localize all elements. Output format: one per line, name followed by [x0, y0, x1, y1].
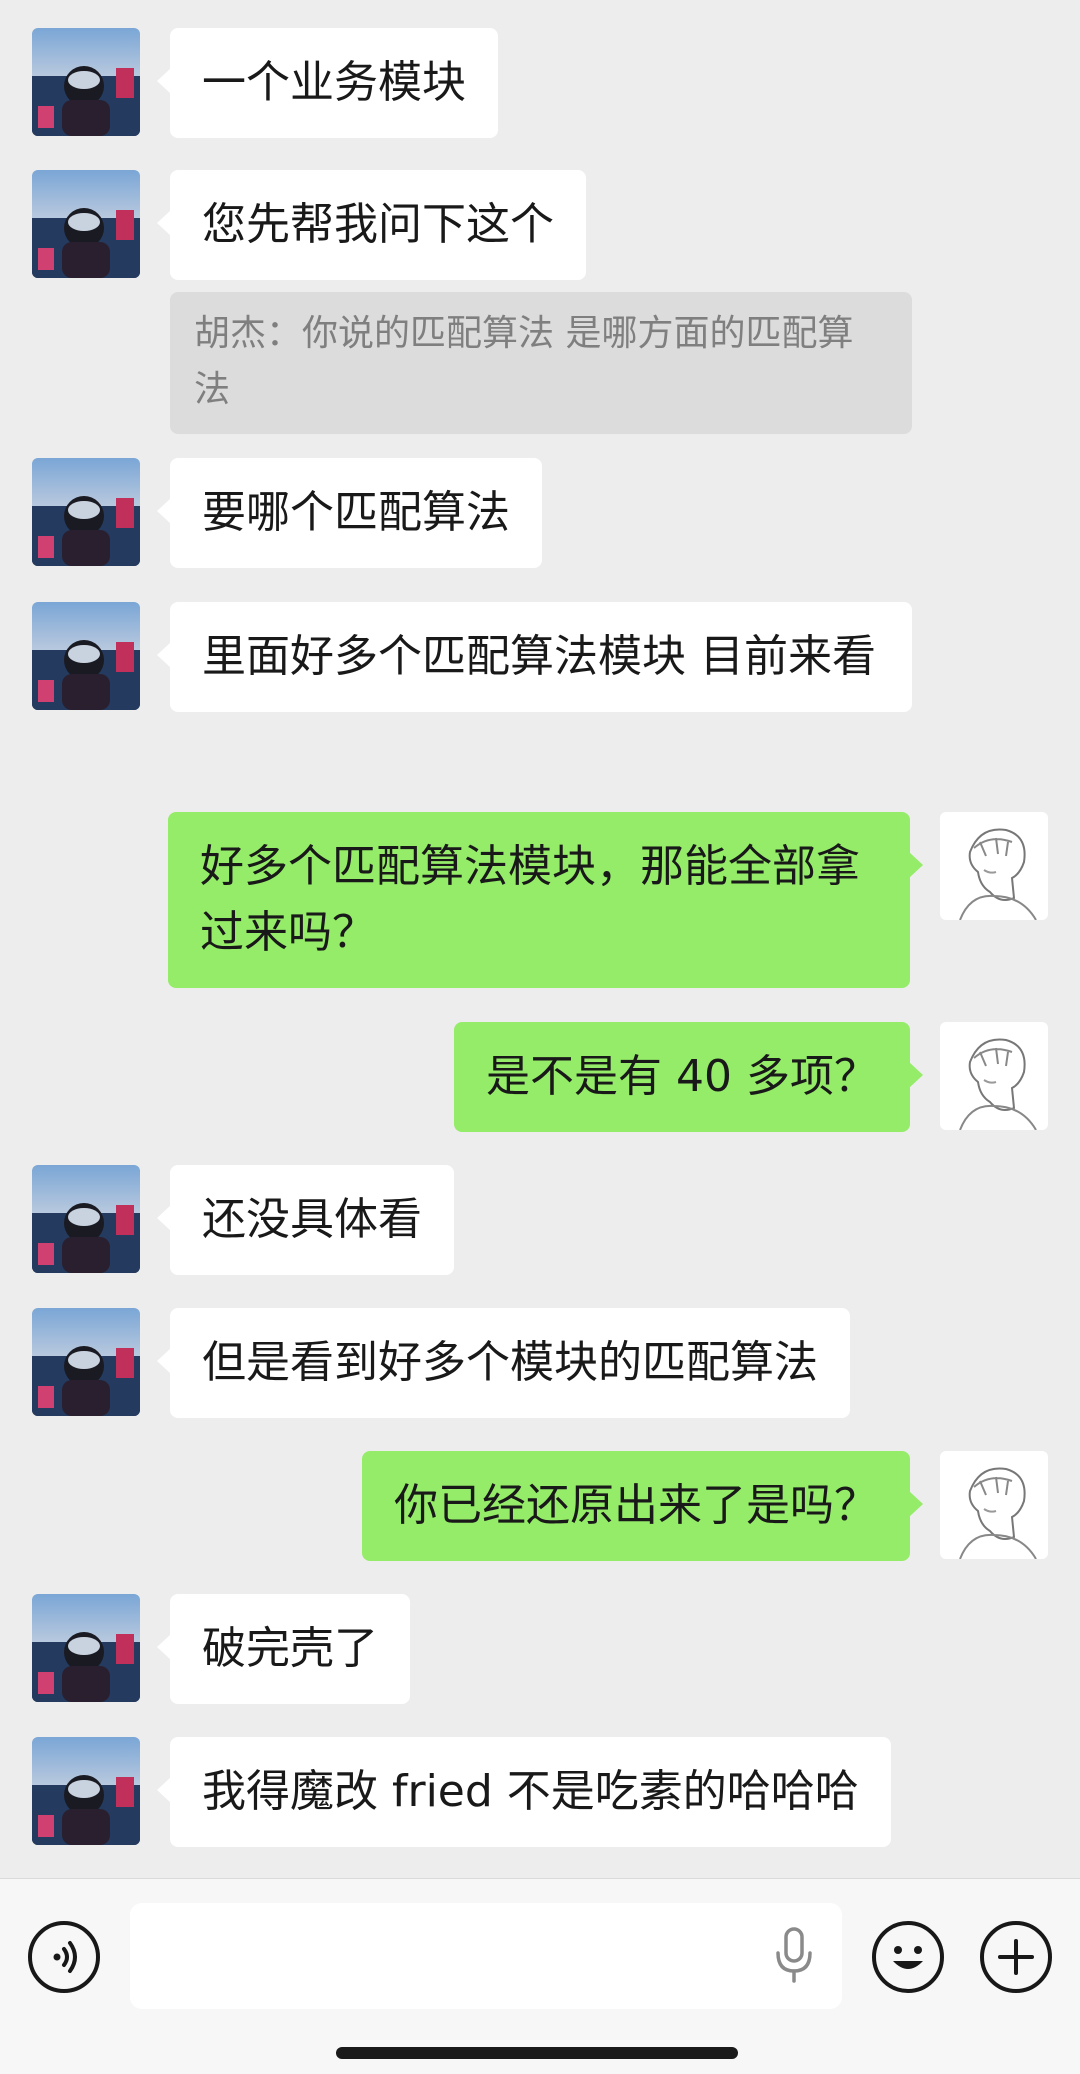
contact-avatar[interactable]	[32, 1737, 140, 1845]
emoji-icon[interactable]	[872, 1921, 944, 1993]
voice-mode-icon[interactable]	[28, 1921, 100, 1993]
message-bubble[interactable]: 破完壳了	[157, 1594, 410, 1704]
contact-avatar[interactable]	[32, 1594, 140, 1702]
quoted-reply[interactable]: 胡杰：你说的匹配算法 是哪方面的匹配算法	[170, 292, 912, 434]
chat-screen: 一个业务模块 您先帮我问下这个 胡杰：你说的匹配算法 是哪方面的匹配算法 要哪个…	[0, 0, 1080, 2074]
message-bubble[interactable]: 您先帮我问下这个	[157, 170, 586, 280]
contact-avatar[interactable]	[32, 458, 140, 566]
my-avatar[interactable]	[940, 1022, 1048, 1130]
home-indicator[interactable]	[336, 2047, 738, 2059]
message-bubble[interactable]: 还没具体看	[157, 1165, 454, 1275]
my-avatar[interactable]	[940, 1451, 1048, 1559]
microphone-icon[interactable]	[772, 1927, 816, 1983]
my-avatar[interactable]	[940, 812, 1048, 920]
message-bubble[interactable]: 好多个匹配算法模块，那能全部拿过来吗？	[168, 812, 923, 988]
message-bubble[interactable]: 是不是有 40 多项？	[454, 1022, 923, 1132]
contact-avatar[interactable]	[32, 28, 140, 136]
plus-icon[interactable]	[980, 1921, 1052, 1993]
message-bubble[interactable]: 一个业务模块	[157, 28, 498, 138]
input-bar	[0, 1878, 1080, 2074]
message-list[interactable]: 一个业务模块 您先帮我问下这个 胡杰：你说的匹配算法 是哪方面的匹配算法 要哪个…	[0, 0, 1080, 1878]
contact-avatar[interactable]	[32, 1165, 140, 1273]
contact-avatar[interactable]	[32, 602, 140, 710]
contact-avatar[interactable]	[32, 1308, 140, 1416]
message-bubble[interactable]: 里面好多个匹配算法模块 目前来看	[157, 602, 912, 712]
message-input[interactable]	[130, 1903, 842, 2009]
message-bubble[interactable]: 你已经还原出来了是吗？	[362, 1451, 923, 1561]
message-bubble[interactable]: 但是看到好多个模块的匹配算法	[157, 1308, 850, 1418]
message-bubble[interactable]: 要哪个匹配算法	[157, 458, 542, 568]
contact-avatar[interactable]	[32, 170, 140, 278]
message-bubble[interactable]: 我得魔改 fried 不是吃素的哈哈哈	[157, 1737, 891, 1847]
